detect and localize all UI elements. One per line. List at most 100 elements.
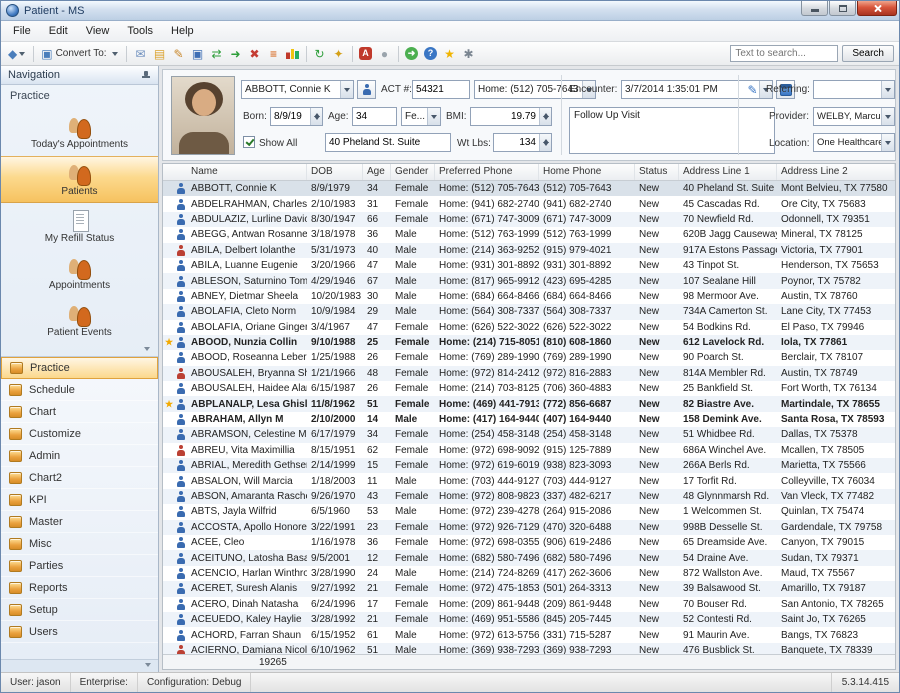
address-field[interactable] — [325, 133, 451, 152]
table-row[interactable]: ABSON, Amaranta Raschelle 9/26/1970 43 F… — [163, 489, 895, 504]
chart-icon[interactable] — [284, 44, 302, 63]
table-row[interactable]: ACHORD, Farran Shaun 6/15/1952 61 Male H… — [163, 627, 895, 642]
table-row[interactable]: ABILA, Delbert Iolanthe 5/31/1973 40 Mal… — [163, 243, 895, 258]
table-row[interactable]: ABSALON, Will Marcia 1/18/2003 11 Male H… — [163, 473, 895, 488]
table-row[interactable]: ABNEY, Dietmar Sheela 10/20/1983 30 Male… — [163, 289, 895, 304]
nav-list-item-kpi[interactable]: KPI — [1, 489, 158, 511]
merge-icon[interactable]: ≡ — [265, 44, 283, 63]
views-button[interactable]: ◆ — [6, 44, 28, 63]
table-row[interactable]: ABOUSALEH, Bryanna Shaw... 1/21/1966 48 … — [163, 366, 895, 381]
refresh-icon[interactable]: ↻ — [311, 44, 329, 63]
table-row[interactable]: ACIERNO, Damiana Nicolas 6/10/1962 51 Ma… — [163, 643, 895, 654]
nav-list-item-chart2[interactable]: Chart2 — [1, 467, 158, 489]
table-row[interactable]: ACEITUNO, Latosha Basant 9/5/2001 12 Fem… — [163, 550, 895, 565]
provider-dropdown[interactable]: WELBY, Marcus B — [813, 107, 895, 126]
column-header[interactable]: Address Line 1 — [679, 164, 777, 180]
menu-file[interactable]: File — [4, 23, 40, 39]
record-icon[interactable]: ● — [376, 44, 394, 63]
convert-to-dropdown[interactable]: ▣ Convert To: — [39, 44, 120, 63]
table-row[interactable]: ACEE, Cleo 1/16/1978 36 Female Home: (97… — [163, 535, 895, 550]
close-button[interactable] — [857, 1, 897, 16]
column-header[interactable]: Address Line 2 — [777, 164, 895, 180]
chevron-down-icon[interactable] — [144, 347, 150, 354]
wt-input[interactable] — [494, 134, 539, 151]
column-header[interactable]: Home Phone — [539, 164, 635, 180]
key-icon[interactable]: ✦ — [330, 44, 348, 63]
nav-item-my-refill-status[interactable]: My Refill Status — [1, 203, 158, 250]
nav-list-item-misc[interactable]: Misc — [1, 533, 158, 555]
menu-help[interactable]: Help — [162, 23, 203, 39]
table-row[interactable]: ABOLAFIA, Oriane Ginger 3/4/1967 47 Fema… — [163, 320, 895, 335]
born-input[interactable] — [271, 108, 310, 125]
nav-item-patients[interactable]: Patients — [1, 156, 158, 203]
menu-view[interactable]: View — [77, 23, 119, 39]
wt-field[interactable] — [493, 133, 552, 152]
go-icon[interactable]: ➜ — [403, 44, 421, 63]
nav-item-appointments[interactable]: Appointments — [1, 250, 158, 297]
nav-list-item-admin[interactable]: Admin — [1, 445, 158, 467]
visit-note-box[interactable]: Follow Up Visit — [569, 107, 775, 154]
born-field[interactable] — [270, 107, 323, 126]
import-icon[interactable]: ➜ — [227, 44, 245, 63]
column-header[interactable]: Age — [363, 164, 391, 180]
table-row[interactable]: ABEGG, Antwan Rosanne 3/18/1978 36 Male … — [163, 227, 895, 242]
age-field[interactable] — [352, 107, 397, 126]
new-item-icon[interactable]: ▤ — [151, 44, 169, 63]
nav-list-item-customize[interactable]: Customize — [1, 423, 158, 445]
bmi-input[interactable] — [471, 108, 539, 125]
stepper-icon[interactable] — [539, 134, 551, 151]
pdf-icon[interactable]: A — [357, 44, 375, 63]
table-row[interactable]: ACCOSTA, Apollo Honore 3/22/1991 23 Fema… — [163, 520, 895, 535]
edit-referring-button[interactable] — [743, 80, 762, 99]
patient-name-dropdown[interactable]: ABBOTT, Connie K — [241, 80, 354, 99]
nav-list-item-reports[interactable]: Reports — [1, 577, 158, 599]
show-all-checkbox[interactable] — [243, 136, 255, 148]
table-row[interactable]: ABOLAFIA, Cleto Norm 10/9/1984 29 Male H… — [163, 304, 895, 319]
table-row[interactable]: ABTS, Jayla Wilfrid 6/5/1960 53 Male Hom… — [163, 504, 895, 519]
nav-list-item-chart[interactable]: Chart — [1, 401, 158, 423]
table-row[interactable]: ABREU, Vita Maximillia 8/15/1951 62 Fema… — [163, 443, 895, 458]
help-icon[interactable]: ? — [422, 44, 440, 63]
nav-item-todays-appointments[interactable]: Today's Appointments — [1, 109, 158, 156]
column-header[interactable]: Status — [635, 164, 679, 180]
act-field[interactable] — [412, 80, 470, 99]
table-row[interactable]: ABDULAZIZ, Lurline Davion 8/30/1947 66 F… — [163, 212, 895, 227]
nav-list-item-schedule[interactable]: Schedule — [1, 379, 158, 401]
table-row[interactable]: ABLESON, Saturnino Tommaso 4/29/1946 67 … — [163, 273, 895, 288]
table-row[interactable]: ABRIAL, Meredith Gethsemane 2/14/1999 15… — [163, 458, 895, 473]
export-icon[interactable]: ⇄ — [208, 44, 226, 63]
nav-list-item-parties[interactable]: Parties — [1, 555, 158, 577]
table-row[interactable]: ABILA, Luanne Eugenie 3/20/1966 47 Male … — [163, 258, 895, 273]
chevron-down-icon[interactable] — [145, 663, 151, 670]
search-input[interactable] — [730, 45, 838, 62]
edit-item-icon[interactable]: ✎ — [170, 44, 188, 63]
save-icon[interactable]: ▣ — [189, 44, 207, 63]
column-header[interactable]: DOB — [307, 164, 363, 180]
menu-tools[interactable]: Tools — [118, 23, 162, 39]
act-input[interactable] — [413, 81, 469, 98]
table-row[interactable]: ACERO, Dinah Natasha 6/24/1996 17 Female… — [163, 597, 895, 612]
search-button[interactable]: Search — [842, 45, 894, 62]
address-input[interactable] — [326, 134, 450, 151]
maximize-button[interactable] — [829, 1, 856, 16]
nav-list-item-users[interactable]: Users — [1, 621, 158, 643]
referring-dropdown[interactable] — [813, 80, 895, 99]
table-row[interactable]: ABOOD, Roseanna Leberecht 1/25/1988 26 F… — [163, 350, 895, 365]
age-input[interactable] — [353, 108, 396, 125]
table-row[interactable]: ABOOD, Nunzia Collin 9/10/1988 25 Female… — [163, 335, 895, 350]
nav-list-item-practice[interactable]: Practice — [1, 357, 158, 379]
remove-users-icon[interactable]: ✖ — [246, 44, 264, 63]
settings-icon[interactable]: ✱ — [460, 44, 478, 63]
column-header[interactable]: Name — [163, 164, 307, 180]
table-row[interactable]: ACENCIO, Harlan Winthrop 3/28/1990 24 Ma… — [163, 566, 895, 581]
table-row[interactable]: ACERET, Suresh Alanis 9/27/1992 21 Femal… — [163, 581, 895, 596]
stepper-icon[interactable] — [539, 108, 551, 125]
table-row[interactable]: ABPLANALP, Lesa Ghislain 11/8/1962 51 Fe… — [163, 396, 895, 411]
table-row[interactable]: ACEUEDO, Kaley Haylie 3/28/1992 21 Femal… — [163, 612, 895, 627]
column-header[interactable]: Gender — [391, 164, 435, 180]
stepper-icon[interactable] — [310, 108, 322, 125]
menu-edit[interactable]: Edit — [40, 23, 77, 39]
table-row[interactable]: ABRAHAM, Allyn M 2/10/2000 14 Male Home:… — [163, 412, 895, 427]
nav-list-item-setup[interactable]: Setup — [1, 599, 158, 621]
comment-icon[interactable]: ✉ — [132, 44, 150, 63]
